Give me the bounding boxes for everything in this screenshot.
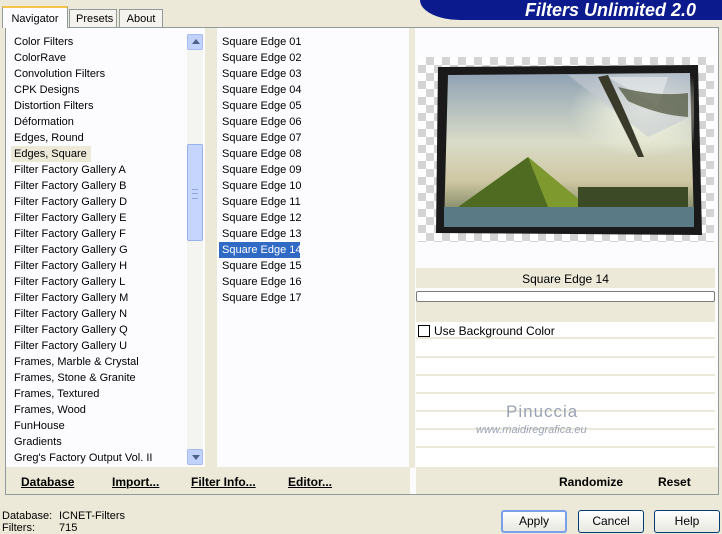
status-filters-value: 715 [59, 522, 78, 534]
list-item[interactable]: Square Edge 07 [219, 130, 407, 146]
use-background-color-checkbox[interactable] [418, 325, 430, 337]
tab-navigator[interactable]: Navigator [2, 6, 68, 28]
list-item[interactable]: Filter Factory Gallery A [11, 162, 186, 178]
preview-image [418, 57, 714, 242]
tab-presets-label: Presets [76, 13, 114, 25]
tab-about[interactable]: About [119, 9, 163, 27]
status-filters-label: Filters: [2, 522, 35, 534]
list-item[interactable]: Gradients [11, 434, 186, 450]
scroll-up-button[interactable] [187, 34, 203, 50]
list-item[interactable]: Square Edge 14 [219, 242, 302, 258]
list-item[interactable]: Filter Factory Gallery B [11, 178, 186, 194]
list-item[interactable]: Filter Factory Gallery F [11, 226, 186, 242]
list-item[interactable]: Square Edge 15 [219, 258, 407, 274]
list-item[interactable]: Filter Factory Gallery N [11, 306, 186, 322]
list-item[interactable]: Filter Factory Gallery Q [11, 322, 186, 338]
row-divider [416, 392, 715, 394]
list-item[interactable]: Distortion Filters [11, 98, 186, 114]
list-item[interactable]: Square Edge 12 [219, 210, 407, 226]
grip-icon [192, 189, 198, 199]
list-item[interactable]: CPK Designs [11, 82, 186, 98]
category-list[interactable]: Color Filters ColorRave Convolution Filter… [11, 34, 186, 466]
help-button[interactable]: Help [654, 510, 720, 533]
list-item[interactable]: Filter Factory Gallery D [11, 194, 186, 210]
list-item[interactable]: Square Edge 02 [219, 50, 407, 66]
row-divider [416, 446, 715, 448]
list-item[interactable]: Square Edge 08 [219, 146, 407, 162]
use-background-color-label: Use Background Color [434, 324, 555, 338]
reset-button[interactable]: Reset [658, 475, 691, 489]
list-item[interactable]: Square Edge 17 [219, 290, 407, 306]
filter-info-link[interactable]: Filter Info... [191, 475, 256, 489]
list-item[interactable]: Square Edge 16 [219, 274, 407, 290]
landscape-preview-graphic [436, 65, 702, 235]
controls-area [416, 322, 715, 467]
watermark-name: Pinuccia [506, 402, 579, 421]
list-item[interactable]: Square Edge 05 [219, 98, 407, 114]
list-item[interactable]: Frames, Stone & Granite [11, 370, 186, 386]
title-banner: Filters Unlimited 2.0 [420, 0, 722, 20]
list-item[interactable]: FunHouse [11, 418, 186, 434]
progress-bar [416, 291, 715, 302]
list-item[interactable]: Square Edge 11 [219, 194, 407, 210]
chevron-down-icon [192, 455, 200, 460]
list-item[interactable]: Edges, Round [11, 130, 186, 146]
list-item[interactable]: Color Filters [11, 34, 186, 50]
status-database-label: Database: [2, 510, 53, 522]
list-item[interactable]: Filter Factory Gallery H [11, 258, 186, 274]
tab-about-label: About [126, 13, 156, 25]
tab-navigator-label: Navigator [11, 13, 59, 25]
list-item[interactable]: Filter Factory Gallery U [11, 338, 186, 354]
scroll-thumb[interactable] [187, 144, 203, 241]
scroll-down-button[interactable] [187, 449, 203, 465]
list-item[interactable]: Frames, Wood [11, 402, 186, 418]
chevron-up-icon [192, 39, 200, 44]
app-title: Filters Unlimited 2.0 [524, 0, 696, 20]
progress-bar-area [416, 302, 715, 322]
list-item[interactable]: Square Edge 01 [219, 34, 407, 50]
list-item[interactable]: Filter Factory Gallery E [11, 210, 186, 226]
cancel-button[interactable]: Cancel [578, 510, 644, 533]
editor-link[interactable]: Editor... [288, 475, 332, 489]
list-item[interactable]: Filter Factory Gallery G [11, 242, 186, 258]
list-item[interactable]: Frames, Textured [11, 386, 186, 402]
list-item[interactable]: Convolution Filters [11, 66, 186, 82]
list-item[interactable]: Frames, Marble & Crystal [11, 354, 186, 370]
tab-presets[interactable]: Presets [69, 9, 117, 27]
watermark-site: www.maidiregrafica.eu [476, 424, 587, 436]
divider-left [205, 28, 217, 468]
list-item[interactable]: Square Edge 10 [219, 178, 407, 194]
import-link[interactable]: Import... [112, 475, 159, 489]
row-divider [416, 356, 715, 358]
divider-right [409, 28, 415, 468]
status-database-value: ICNET-Filters [59, 510, 125, 522]
list-item[interactable]: Edges, Square [11, 146, 91, 162]
database-link[interactable]: Database [21, 475, 74, 489]
preview-filter-name: Square Edge 14 [522, 272, 609, 286]
list-item[interactable]: Déformation [11, 114, 186, 130]
apply-button[interactable]: Apply [501, 510, 567, 533]
list-item[interactable]: Square Edge 06 [219, 114, 407, 130]
row-divider [416, 374, 715, 376]
list-item[interactable]: Filter Factory Gallery L [11, 274, 186, 290]
category-scrollbar[interactable] [187, 34, 203, 465]
list-item[interactable]: Greg's Factory Output Vol. II [11, 450, 186, 466]
list-item[interactable]: Square Edge 13 [219, 226, 407, 242]
list-item[interactable]: Square Edge 09 [219, 162, 407, 178]
filter-list[interactable]: Square Edge 01 Square Edge 02 Square Edge … [219, 34, 407, 306]
list-item[interactable]: Square Edge 04 [219, 82, 407, 98]
list-item[interactable]: ColorRave [11, 50, 186, 66]
randomize-button[interactable]: Randomize [559, 475, 623, 489]
list-item[interactable]: Filter Factory Gallery M [11, 290, 186, 306]
list-item[interactable]: Square Edge 03 [219, 66, 407, 82]
